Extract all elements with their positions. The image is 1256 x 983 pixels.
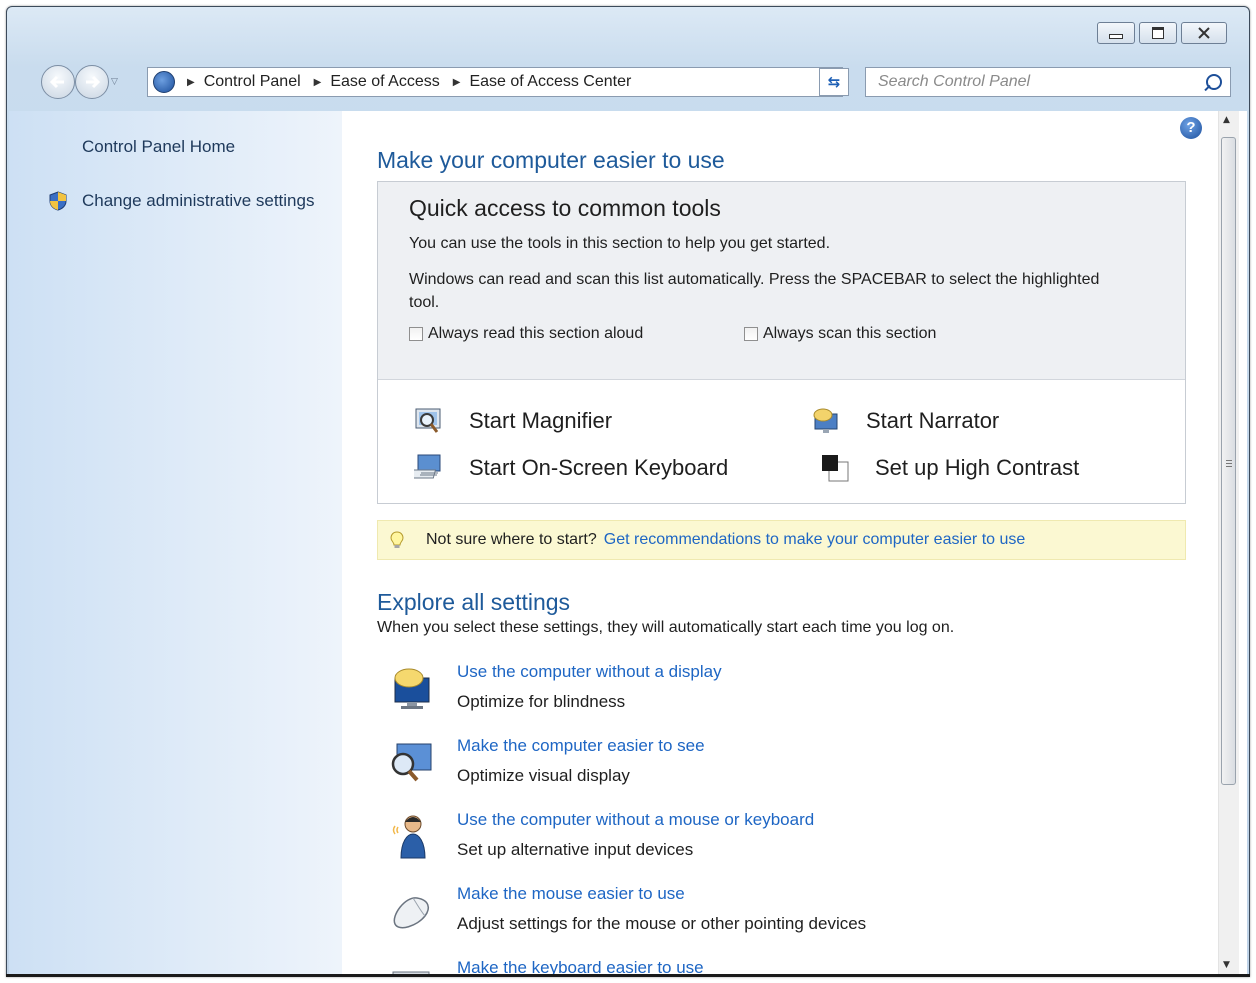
back-button[interactable] — [41, 65, 75, 99]
setting-link[interactable]: Use the computer without a display — [457, 662, 722, 682]
recommendation-bar: Not sure where to start? Get recommendat… — [377, 520, 1186, 560]
start-magnifier-label: Start Magnifier — [469, 408, 613, 433]
page-title: Make your computer easier to use — [377, 147, 725, 173]
forward-arrow-icon — [86, 75, 100, 89]
scan-section-checkbox[interactable]: Always scan this section — [744, 325, 936, 343]
refresh-icon: ⇆ — [827, 73, 841, 91]
read-aloud-checkbox[interactable]: Always read this section aloud — [409, 325, 643, 343]
caption-buttons — [1097, 22, 1227, 44]
checkbox-box[interactable] — [744, 327, 758, 341]
display-speech-icon — [394, 668, 430, 709]
sidebar-item-change-admin-settings[interactable]: Change administrative settings — [82, 191, 314, 211]
read-aloud-label: Always read this section aloud — [428, 325, 644, 342]
vertical-scrollbar[interactable]: ▲ ▼ — [1218, 111, 1239, 976]
setting-description: Set up alternative input devices — [457, 840, 694, 859]
setting-without-mouse-keyboard: Use the computer without a mouse or keyb… — [387, 810, 1087, 880]
start-narrator-label: Start Narrator — [866, 408, 1000, 433]
sidebar: Control Panel Home Change administrative… — [9, 111, 342, 976]
explore-subtitle: When you select these settings, they wil… — [377, 619, 955, 636]
grip-icon — [1226, 460, 1232, 461]
setting-link[interactable]: Use the computer without a mouse or keyb… — [457, 810, 814, 830]
recent-pages-dropdown[interactable]: ▽ — [111, 77, 118, 87]
window-border — [6, 974, 1250, 977]
address-bar[interactable]: ▶ Control Panel ▶ Ease of Access ▶ Ease … — [147, 67, 843, 97]
breadcrumb-ease-of-access[interactable]: Ease of Access — [330, 73, 439, 91]
refresh-button[interactable]: ⇆ — [819, 68, 849, 96]
setting-link[interactable]: Make the computer easier to see — [457, 736, 705, 756]
search-placeholder: Search Control Panel — [878, 73, 1031, 90]
chevron-right-icon[interactable]: ▶ — [314, 77, 322, 88]
mouse-icon — [393, 897, 430, 929]
chevron-right-icon[interactable]: ▶ — [453, 77, 461, 88]
setting-description: Optimize visual display — [457, 766, 630, 785]
setting-description: Adjust settings for the mouse or other p… — [457, 914, 867, 933]
quick-access-title: Quick access to common tools — [409, 195, 721, 221]
start-keyboard-label: Start On-Screen Keyboard — [469, 455, 729, 480]
scrollbar-thumb[interactable] — [1221, 137, 1236, 785]
start-magnifier-button[interactable]: Start Magnifier — [414, 406, 612, 436]
sidebar-item-control-panel-home[interactable]: Control Panel Home — [82, 137, 235, 157]
shield-icon — [49, 191, 67, 211]
close-icon — [1198, 27, 1210, 39]
chevron-right-icon[interactable]: ▶ — [187, 77, 195, 88]
explore-title: Explore all settings — [377, 589, 571, 615]
setting-link[interactable]: Make the mouse easier to use — [457, 884, 685, 904]
window: ▽ ▶ Control Panel ▶ Ease of Access ▶ Eas… — [6, 6, 1250, 977]
content-area: Control Panel Home Change administrative… — [9, 111, 1247, 976]
scan-section-label: Always scan this section — [763, 325, 937, 342]
setting-without-display: Use the computer without a display Optim… — [387, 662, 1087, 732]
minimize-button[interactable] — [1097, 22, 1135, 44]
lightbulb-icon — [390, 531, 404, 548]
maximize-button[interactable] — [1139, 22, 1177, 44]
on-screen-keyboard-icon — [414, 454, 441, 479]
quick-access-instructions: Windows can read and scan this list auto… — [409, 271, 1100, 311]
start-on-screen-keyboard-button[interactable]: Start On-Screen Keyboard — [414, 453, 728, 483]
main-panel: Make your computer easier to use Quick a… — [342, 111, 1214, 976]
narrator-icon — [813, 408, 838, 433]
person-speaking-icon — [392, 815, 426, 859]
back-arrow-icon — [50, 75, 64, 89]
setting-mouse-easier: Make the mouse easier to use Adjust sett… — [387, 884, 1087, 954]
high-contrast-label: Set up High Contrast — [875, 455, 1080, 480]
quick-access-text: You can use the tools in this section to… — [409, 235, 831, 252]
checkbox-box[interactable] — [409, 327, 423, 341]
scroll-down-icon[interactable]: ▼ — [1223, 960, 1230, 970]
set-up-high-contrast-button[interactable]: Set up High Contrast — [820, 453, 1079, 483]
minimize-icon — [1109, 33, 1123, 39]
search-input[interactable]: Search Control Panel — [865, 67, 1231, 97]
setting-easier-to-see: Make the computer easier to see Optimize… — [387, 736, 1087, 806]
scroll-up-icon[interactable]: ▲ — [1223, 115, 1230, 125]
forward-button[interactable] — [75, 65, 109, 99]
magnifier-monitor-icon — [391, 743, 432, 782]
breadcrumb-ease-of-access-center[interactable]: Ease of Access Center — [469, 73, 631, 91]
maximize-icon — [1152, 27, 1164, 39]
close-button[interactable] — [1181, 22, 1227, 44]
setting-description: Optimize for blindness — [457, 692, 626, 711]
quick-access-header: Quick access to common tools You can use… — [378, 182, 1185, 380]
breadcrumb-control-panel[interactable]: Control Panel — [204, 73, 301, 91]
high-contrast-icon — [822, 455, 849, 482]
tip-question: Not sure where to start? — [426, 531, 597, 548]
magnifier-icon — [415, 408, 441, 433]
control-panel-icon — [153, 71, 175, 93]
search-icon[interactable] — [1206, 74, 1222, 90]
help-button[interactable]: ? — [1180, 117, 1202, 139]
get-recommendations-link[interactable]: Get recommendations to make your compute… — [604, 531, 1026, 549]
navigation-bar: ▽ ▶ Control Panel ▶ Ease of Access ▶ Eas… — [37, 63, 1239, 103]
start-narrator-button[interactable]: Start Narrator — [811, 406, 999, 436]
quick-access-panel: Quick access to common tools You can use… — [377, 181, 1186, 504]
help-icon: ? — [1186, 119, 1196, 136]
